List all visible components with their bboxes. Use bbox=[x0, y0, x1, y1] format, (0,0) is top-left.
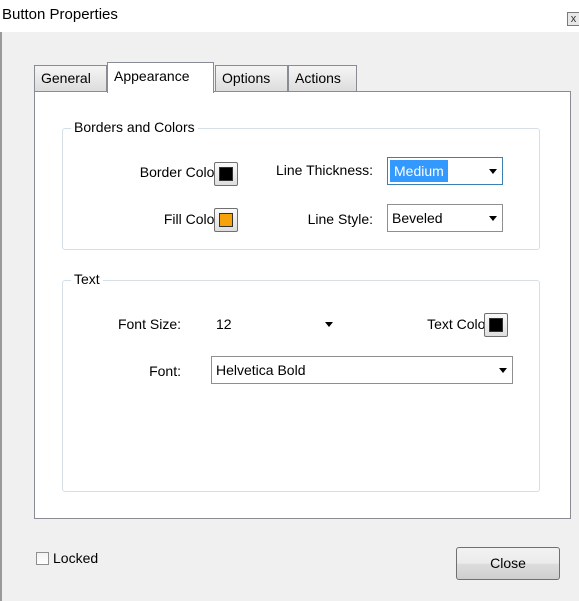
chevron-down-icon bbox=[489, 169, 497, 174]
tab-general[interactable]: General bbox=[34, 65, 107, 92]
text-color-swatch[interactable] bbox=[484, 313, 508, 337]
text-color-fill bbox=[489, 318, 503, 332]
tab-options-label: Options bbox=[222, 70, 271, 86]
tab-actions-label: Actions bbox=[295, 70, 341, 86]
tab-general-label: General bbox=[41, 70, 91, 86]
fill-color-swatch[interactable] bbox=[214, 208, 238, 232]
tab-options[interactable]: Options bbox=[215, 65, 288, 92]
chevron-down-icon bbox=[499, 368, 507, 373]
line-style-value: Beveled bbox=[392, 210, 443, 226]
line-thickness-value: Medium bbox=[390, 160, 448, 182]
text-heading: Text bbox=[71, 271, 103, 287]
font-size-dropdown[interactable]: 12 bbox=[211, 310, 339, 338]
font-value: Helvetica Bold bbox=[216, 362, 306, 378]
borders-colors-group: Borders and Colors Border Color: Line Th… bbox=[62, 119, 540, 250]
tab-appearance-label: Appearance bbox=[114, 68, 190, 84]
line-style-dropdown[interactable]: Beveled bbox=[387, 204, 503, 232]
close-button[interactable]: Close bbox=[456, 547, 560, 580]
locked-checkbox[interactable] bbox=[36, 552, 49, 565]
font-label: Font: bbox=[149, 363, 181, 379]
border-color-label: Border Color: bbox=[139, 164, 223, 180]
line-thickness-label: Line Thickness: bbox=[275, 162, 373, 178]
line-style-label: Line Style: bbox=[307, 211, 373, 227]
borders-colors-heading: Borders and Colors bbox=[71, 119, 198, 135]
window-title: Button Properties bbox=[2, 6, 118, 23]
title-bar: Button Properties x bbox=[0, 0, 579, 32]
border-color-fill bbox=[219, 167, 233, 181]
locked-label: Locked bbox=[53, 550, 99, 566]
window-border bbox=[0, 32, 2, 601]
window-close-button[interactable]: x bbox=[567, 12, 579, 26]
border-color-swatch[interactable] bbox=[214, 162, 238, 186]
font-size-value: 12 bbox=[216, 316, 232, 332]
font-dropdown[interactable]: Helvetica Bold bbox=[211, 356, 513, 384]
font-size-label: Font Size: bbox=[117, 316, 181, 332]
fill-color-fill bbox=[219, 213, 233, 227]
line-thickness-dropdown[interactable]: Medium bbox=[387, 157, 503, 185]
text-group: Text Font Size: 12 Text Color: Font: Hel… bbox=[62, 271, 540, 492]
chevron-down-icon bbox=[489, 216, 497, 221]
appearance-panel: Borders and Colors Border Color: Line Th… bbox=[34, 91, 571, 519]
tab-appearance[interactable]: Appearance bbox=[107, 62, 214, 93]
tab-actions[interactable]: Actions bbox=[288, 65, 357, 92]
chevron-down-icon bbox=[325, 322, 333, 327]
close-button-label: Close bbox=[490, 555, 526, 571]
close-icon: x bbox=[570, 13, 577, 25]
